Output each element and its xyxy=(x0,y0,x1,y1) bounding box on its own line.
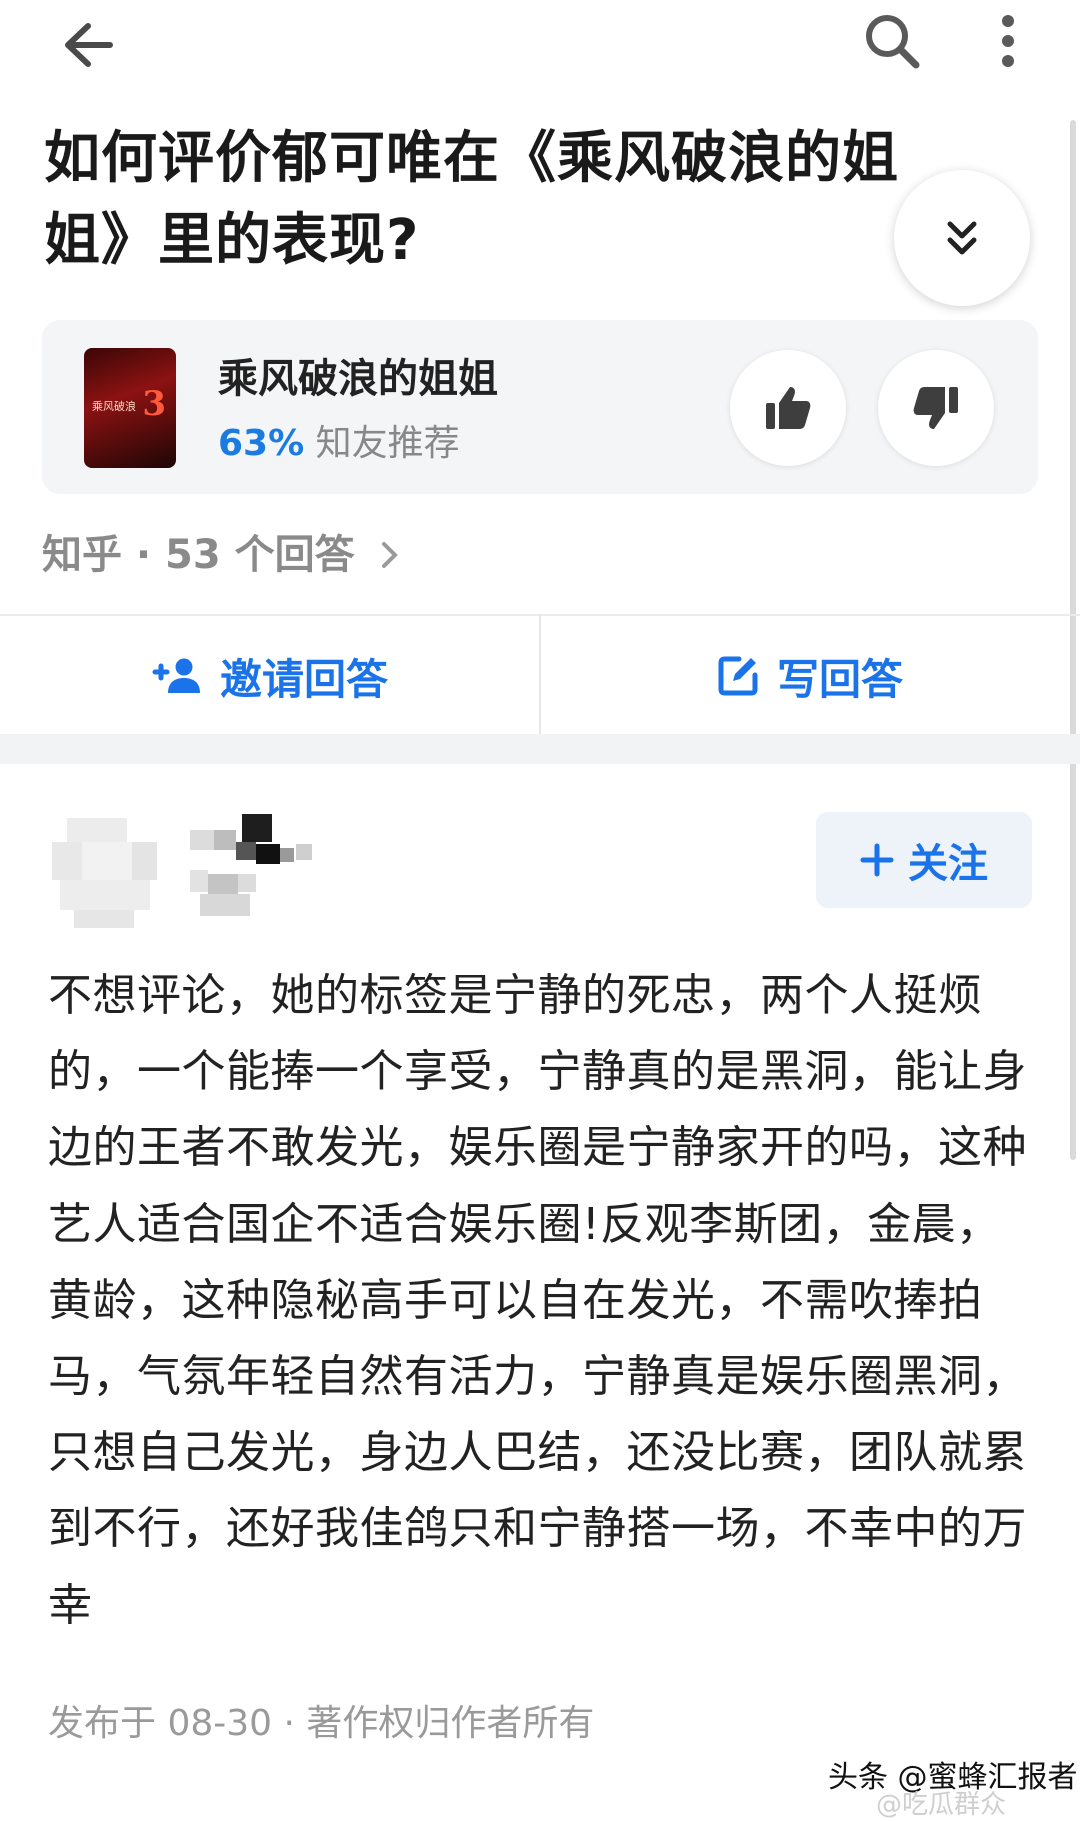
topic-card[interactable]: 乘风破浪 3 乘风破浪的姐姐 63% 知友推荐 xyxy=(42,320,1038,494)
expand-button[interactable] xyxy=(894,170,1030,306)
topic-poster: 乘风破浪 3 xyxy=(84,348,176,468)
rating-label: 知友推荐 xyxy=(315,423,460,464)
add-user-icon xyxy=(152,658,200,693)
more-vertical-icon xyxy=(1002,15,1014,67)
search-button[interactable] xyxy=(852,6,932,76)
action-divider xyxy=(539,614,541,734)
answers-count: 知乎 · 53 个回答 xyxy=(42,532,355,578)
write-answer-button[interactable]: 写回答 xyxy=(540,616,1080,736)
not-recommend-button[interactable] xyxy=(878,350,994,466)
recommend-button[interactable] xyxy=(730,350,846,466)
answer-content: 不想评论，她的标签是宁静的死忠，两个人挺烦的，一个能捧一个享受，宁静真的是黑洞，… xyxy=(48,970,1027,1631)
invite-answer-label: 邀请回答 xyxy=(219,654,388,704)
plus-icon xyxy=(860,843,894,877)
watermark-faint: @吃瓜群众 xyxy=(876,1790,1007,1820)
topic-name: 乘风破浪的姐姐 xyxy=(218,356,498,402)
rating-percent: 63% xyxy=(218,423,305,464)
poster-text: 乘风破浪 xyxy=(92,400,136,413)
topic-rating: 63% 知友推荐 xyxy=(218,414,460,466)
invite-answer-button[interactable]: 邀请回答 xyxy=(0,616,540,736)
publish-meta: 发布于 08-30 · 著作权归作者所有 xyxy=(48,1703,595,1744)
follow-label: 关注 xyxy=(908,841,988,887)
poster-mark: 3 xyxy=(142,384,166,424)
author-avatar[interactable] xyxy=(52,818,162,928)
back-arrow-icon xyxy=(65,23,113,67)
thumbs-up-icon xyxy=(766,387,811,429)
more-options-button[interactable] xyxy=(978,6,1038,76)
write-answer-label: 写回答 xyxy=(776,654,903,704)
question-title: 如何评价郁可唯在《乘风破浪的姐姐》里的表现? xyxy=(44,126,899,273)
follow-button[interactable]: 关注 xyxy=(816,812,1032,908)
section-divider xyxy=(0,734,1080,764)
chevron-right-icon xyxy=(381,542,398,568)
thumbs-down-icon xyxy=(913,387,958,429)
search-icon xyxy=(866,15,920,69)
back-button[interactable] xyxy=(48,10,128,80)
author-name[interactable] xyxy=(190,814,340,924)
chevron-double-down-icon xyxy=(947,221,977,255)
edit-icon xyxy=(718,656,758,696)
answers-count-link[interactable]: 知乎 · 53 个回答 xyxy=(42,522,401,580)
